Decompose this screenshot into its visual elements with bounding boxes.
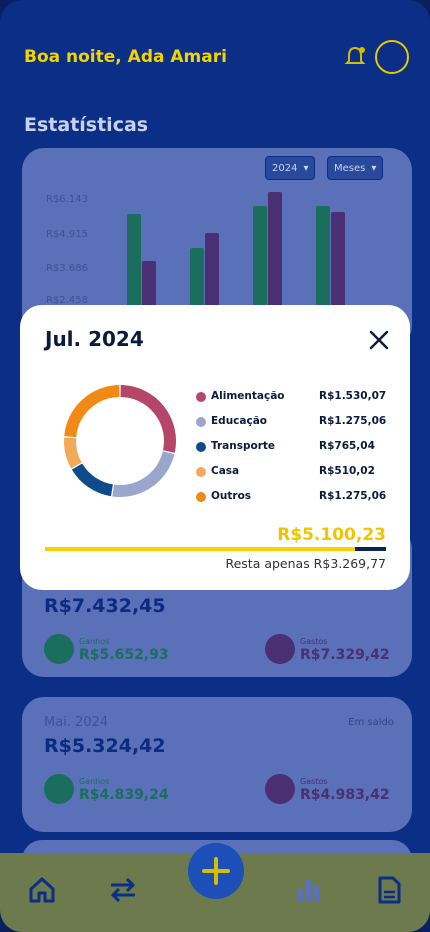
month-total: R$5.100,23 (277, 525, 386, 545)
chevron-down-icon: ▾ (303, 162, 309, 174)
legend-category-name: Alimentação (211, 390, 285, 402)
profile-icon[interactable] (375, 40, 409, 74)
donut-slice (112, 451, 175, 497)
bottom-nav (0, 843, 430, 932)
period-select-value: Meses (334, 162, 366, 174)
legend-category-name: Outros (211, 490, 252, 502)
app-screen: Boa noite, Ada Amari Estatísticas 2024 ▾… (0, 0, 430, 932)
arrow-down-icon (265, 774, 295, 804)
donut-slice (120, 385, 176, 453)
legend-category-name: Educação (211, 415, 267, 427)
expense-label: Gastos (300, 637, 328, 646)
donut-slice (71, 463, 114, 497)
expense-value: R$7.329,42 (300, 647, 390, 663)
legend-category-value: R$510,02 (319, 465, 375, 477)
home-icon[interactable] (27, 875, 57, 905)
arrow-down-icon (265, 634, 295, 664)
add-icon (202, 857, 230, 885)
legend-category-value: R$1.275,06 (319, 490, 387, 502)
month-balance: R$5.324,42 (44, 735, 166, 757)
month-detail-modal: Jul. 2024 Alimentação R$1.530,07 Educação R… (20, 305, 410, 590)
stats-title: Estatísticas (24, 114, 149, 136)
legend-color-dot (196, 467, 206, 477)
bar-chart-icon[interactable] (293, 875, 323, 905)
category-legend: Alimentação R$1.530,07 Educação R$1.275,06 T… (196, 389, 396, 514)
report-icon[interactable] (374, 875, 404, 905)
budget-progress-fill (45, 547, 356, 551)
add-button[interactable] (188, 843, 244, 899)
month-tag: Em saldo (348, 717, 394, 728)
arrow-up-icon (44, 634, 74, 664)
bell-icon[interactable] (344, 45, 366, 69)
y-tick: R$6.143 (46, 194, 88, 205)
legend-item: Alimentação R$1.530,07 (196, 389, 396, 414)
legend-category-name: Casa (211, 465, 240, 477)
period-select[interactable]: Meses ▾ (327, 156, 384, 180)
month-label: Mai. 2024 (44, 715, 109, 730)
donut-slice (64, 437, 82, 469)
arrow-up-icon (44, 774, 74, 804)
legend-color-dot (196, 417, 206, 427)
chevron-down-icon: ▾ (371, 162, 377, 174)
legend-item: Educação R$1.275,06 (196, 414, 396, 439)
category-donut-chart (64, 385, 176, 497)
greeting: Boa noite, Ada Amari (24, 47, 227, 67)
income-value: R$5.652,93 (79, 647, 169, 663)
month-card[interactable]: Mai. 2024 Em saldo R$5.324,42 Ganhos R$4… (22, 697, 412, 832)
expense-label: Gastos (300, 777, 328, 786)
budget-progress-bar (45, 547, 386, 551)
month-balance: R$7.432,45 (44, 595, 166, 617)
income-value: R$4.839,24 (79, 787, 169, 803)
year-select-value: 2024 (272, 162, 298, 174)
legend-category-value: R$1.275,06 (319, 415, 387, 427)
close-icon[interactable] (368, 329, 390, 351)
legend-color-dot (196, 442, 206, 452)
legend-item: Casa R$510,02 (196, 464, 396, 489)
remaining-text: Resta apenas R$3.269,77 (225, 556, 386, 571)
transfer-icon[interactable] (108, 875, 138, 905)
y-tick: R$4.915 (46, 229, 88, 240)
legend-category-value: R$765,04 (319, 440, 375, 452)
legend-category-name: Transporte (211, 440, 276, 452)
income-label: Ganhos (79, 777, 110, 786)
legend-color-dot (196, 492, 206, 502)
legend-item: Outros R$1.275,06 (196, 489, 396, 514)
legend-category-value: R$1.530,07 (319, 390, 387, 402)
modal-title: Jul. 2024 (45, 327, 144, 351)
expense-value: R$4.983,42 (300, 787, 390, 803)
y-tick: R$3.686 (46, 263, 88, 274)
year-select[interactable]: 2024 ▾ (265, 156, 316, 180)
income-label: Ganhos (79, 637, 110, 646)
donut-slice (64, 385, 120, 438)
legend-item: Transporte R$765,04 (196, 439, 396, 464)
legend-color-dot (196, 392, 206, 402)
